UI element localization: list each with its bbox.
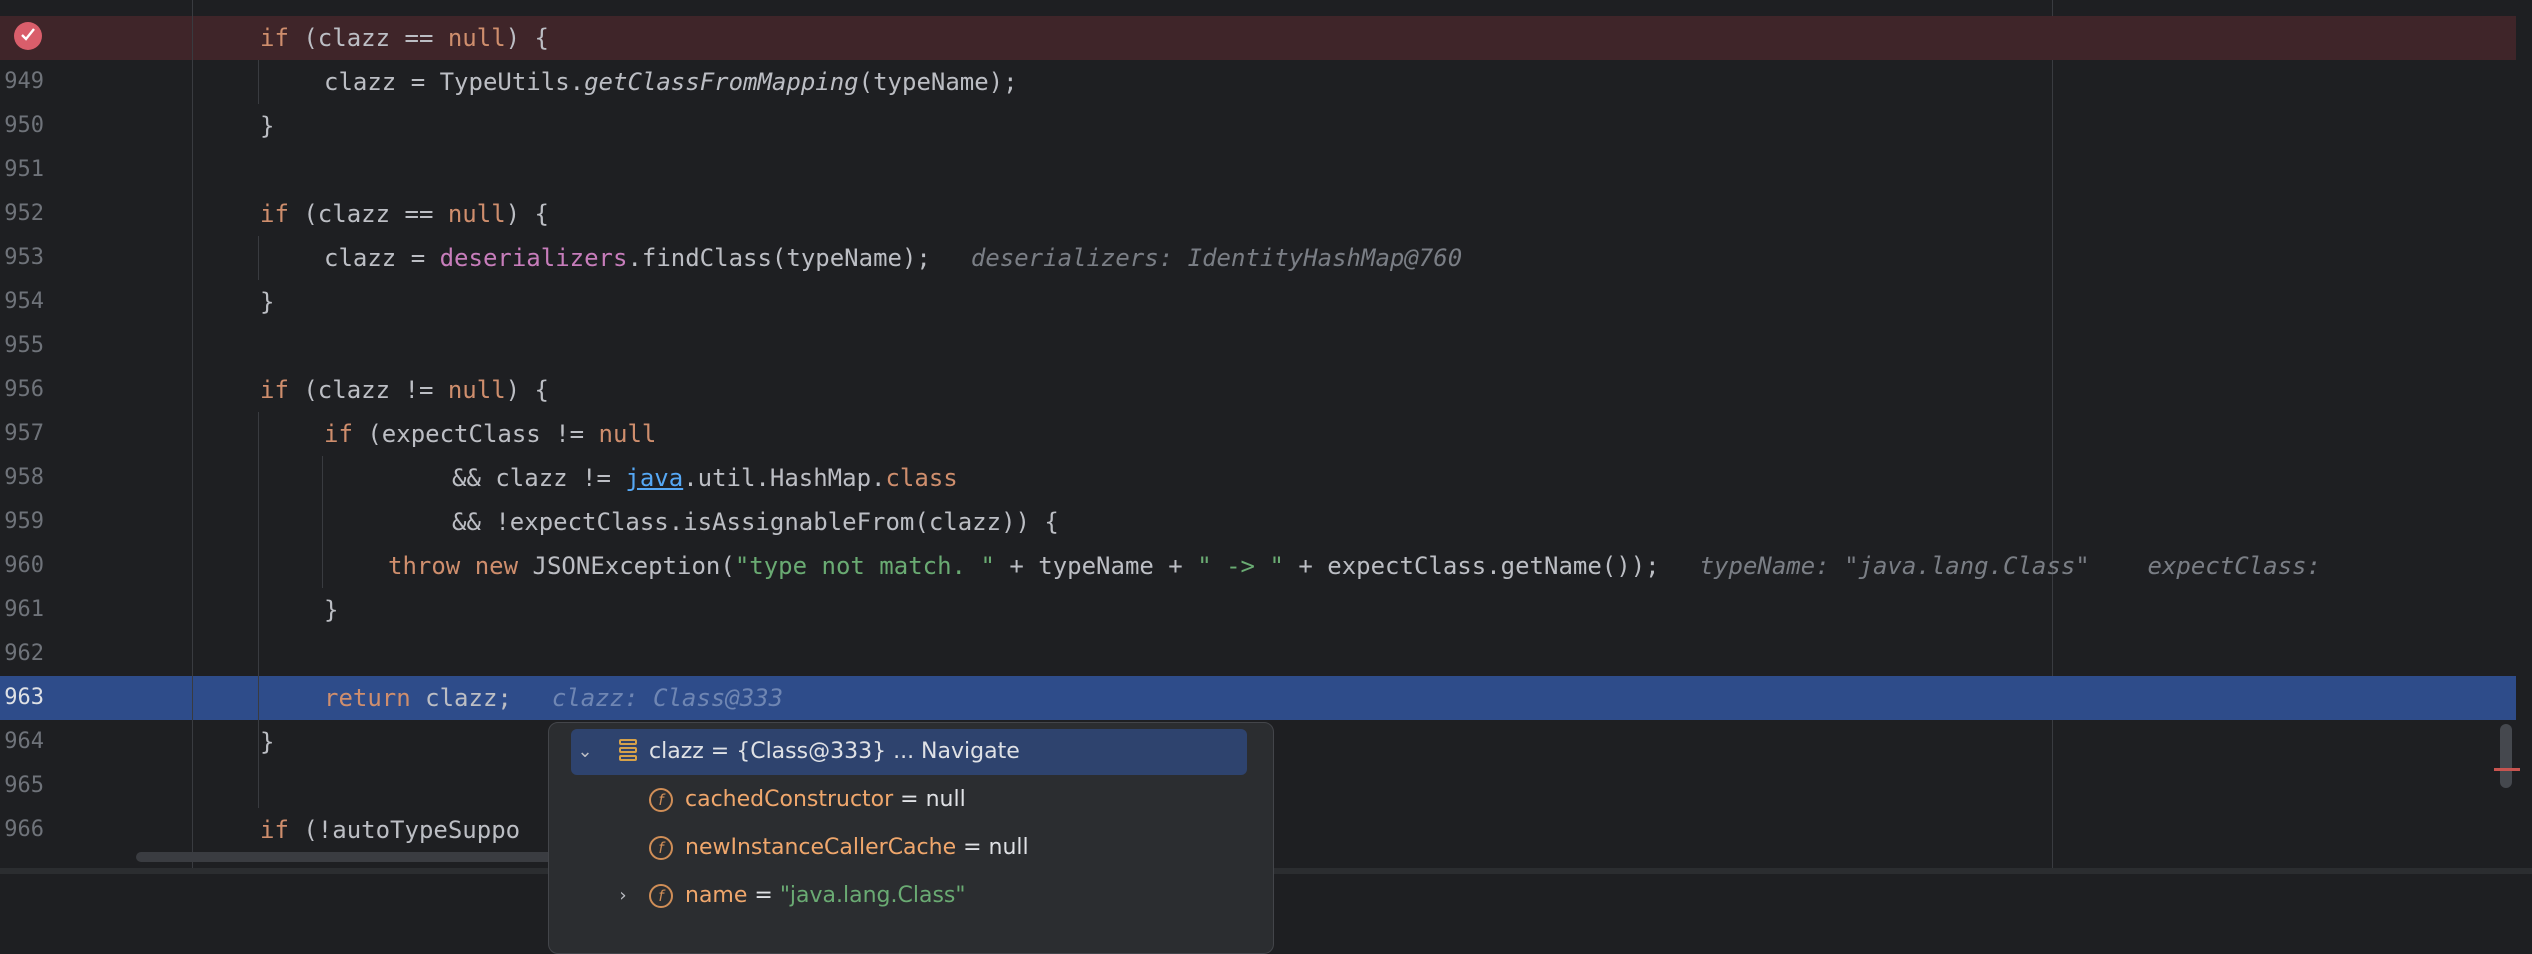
line-number: 966 [4, 817, 44, 842]
code-line[interactable]: 959 && !expectClass.isAssignableFrom(cla… [0, 500, 2516, 544]
code-line[interactable]: 962 [0, 632, 2516, 676]
line-number: 964 [4, 729, 44, 754]
indent-guide [322, 456, 323, 588]
code-text: return clazz; clazz: Class@333 [324, 684, 784, 712]
line-number: 957 [4, 421, 44, 446]
popup-field-text: newInstanceCallerCache = null [685, 835, 1029, 860]
code-text: if (!autoTypeSuppo [260, 816, 521, 844]
code-text: } [324, 596, 339, 624]
inline-debug-hint: deserializers: IdentityHashMap@760 [970, 244, 1463, 272]
breakpoint-icon[interactable] [14, 22, 42, 50]
horizontal-scrollbar[interactable] [136, 852, 556, 862]
popup-field-text: name = "java.lang.Class" [685, 883, 966, 908]
code-text: } [260, 288, 275, 316]
code-line-breakpoint[interactable]: if (clazz == null) { [0, 16, 2516, 60]
debug-value-popup[interactable]: ⌄ clazz = {Class@333} ... Navigate f cac… [548, 722, 1274, 954]
code-line[interactable]: 952 if (clazz == null) { [0, 192, 2516, 236]
code-text: throw new JSONException("type not match.… [388, 552, 2321, 580]
object-stack-icon [619, 739, 637, 765]
code-text: if (clazz != null) { [260, 376, 550, 404]
inline-debug-hint: typeName: "java.lang.Class" expectClass: [1699, 552, 2321, 580]
popup-field-row[interactable]: f newInstanceCallerCache = null [571, 825, 1247, 871]
inline-debug-hint: clazz: Class@333 [551, 684, 784, 712]
code-line[interactable]: 955 [0, 324, 2516, 368]
code-text: if (clazz == null) { [260, 24, 550, 52]
popup-field-row[interactable]: f cachedConstructor = null [571, 777, 1247, 823]
chevron-down-icon[interactable]: ⌄ [575, 729, 595, 775]
field-icon: f [649, 836, 673, 860]
line-number: 958 [4, 465, 44, 490]
indent-guide [258, 412, 259, 808]
line-number: 953 [4, 245, 44, 270]
code-text: && !expectClass.isAssignableFrom(clazz))… [452, 508, 1059, 536]
code-text: if (expectClass != null [324, 420, 657, 448]
line-number: 962 [4, 641, 44, 666]
code-text: && clazz != java.util.HashMap.class [452, 464, 958, 492]
chevron-right-icon[interactable]: › [613, 873, 633, 919]
java-link[interactable]: java [625, 464, 683, 492]
code-text: clazz = TypeUtils.getClassFromMapping(ty… [324, 68, 1018, 96]
line-number: 959 [4, 509, 44, 534]
code-text: if (clazz == null) { [260, 200, 550, 228]
line-number: 960 [4, 553, 44, 578]
popup-field-text: cachedConstructor = null [685, 787, 966, 812]
code-line[interactable]: 953 clazz = deserializers.findClass(type… [0, 236, 2516, 280]
popup-root-label: clazz = {Class@333} ... Navigate [649, 739, 1020, 764]
line-number: 955 [4, 333, 44, 358]
field-icon: f [649, 788, 673, 812]
field-icon: f [649, 884, 673, 908]
code-line-execution-point[interactable]: 963 return clazz; clazz: Class@333 [0, 676, 2516, 720]
code-line[interactable]: 961 } [0, 588, 2516, 632]
code-text: clazz = deserializers.findClass(typeName… [324, 244, 1463, 272]
line-number: 956 [4, 377, 44, 402]
code-line[interactable]: 951 [0, 148, 2516, 192]
line-number: 965 [4, 773, 44, 798]
code-text: } [260, 728, 275, 756]
code-line[interactable]: 960 throw new JSONException("type not ma… [0, 544, 2516, 588]
code-line[interactable]: 954 } [0, 280, 2516, 324]
code-line[interactable]: 958 && clazz != java.util.HashMap.class [0, 456, 2516, 500]
code-text: } [260, 112, 275, 140]
line-number: 963 [4, 685, 44, 710]
code-line[interactable]: 957 if (expectClass != null [0, 412, 2516, 456]
indent-guide [258, 60, 259, 104]
popup-field-row[interactable]: › f name = "java.lang.Class" [571, 873, 1247, 919]
line-number: 950 [4, 113, 44, 138]
navigate-link[interactable]: ... Navigate [893, 739, 1020, 764]
indent-guide [258, 236, 259, 280]
line-number: 951 [4, 157, 44, 182]
scrollbar-error-marker [2494, 768, 2520, 771]
line-number: 949 [4, 69, 44, 94]
code-line[interactable]: 950 } [0, 104, 2516, 148]
line-number: 952 [4, 201, 44, 226]
line-number: 954 [4, 289, 44, 314]
indent-guide [192, 0, 193, 868]
vertical-scrollbar[interactable] [2500, 724, 2512, 788]
code-line[interactable]: 949 clazz = TypeUtils.getClassFromMappin… [0, 60, 2516, 104]
code-line[interactable]: 956 if (clazz != null) { [0, 368, 2516, 412]
line-number: 961 [4, 597, 44, 622]
popup-root-row[interactable]: ⌄ clazz = {Class@333} ... Navigate [571, 729, 1247, 775]
